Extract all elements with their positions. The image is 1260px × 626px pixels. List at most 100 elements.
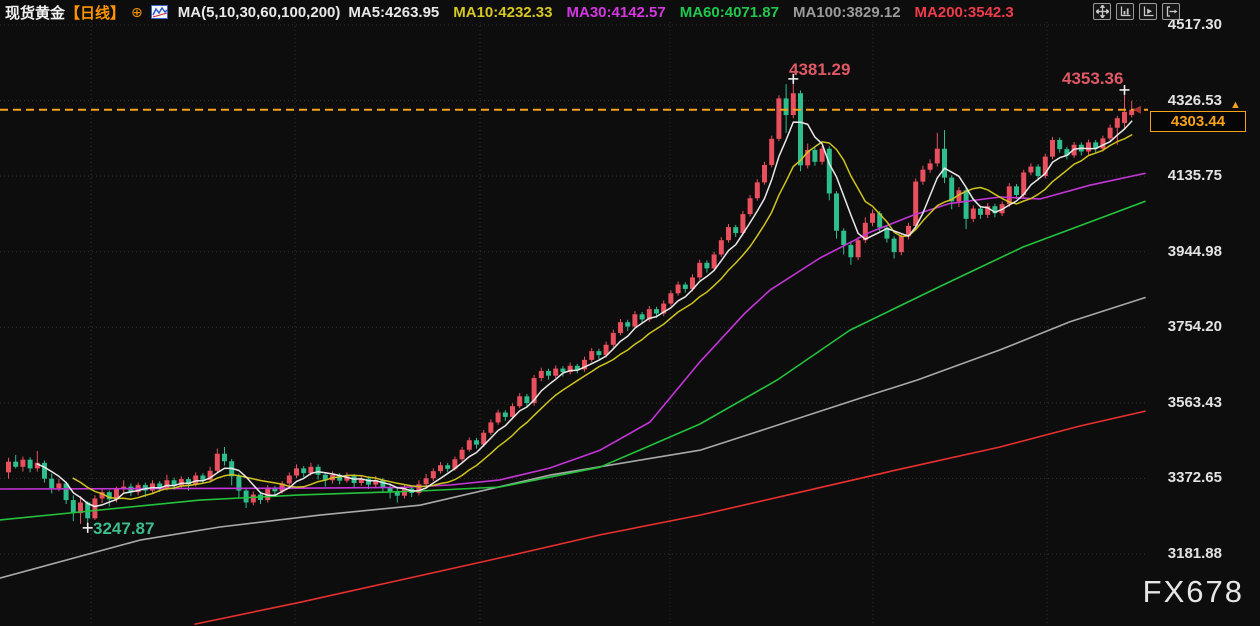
- candle[interactable]: [416, 480, 421, 495]
- candle[interactable]: [1093, 140, 1098, 153]
- candle[interactable]: [1108, 125, 1113, 142]
- candle[interactable]: [913, 178, 918, 229]
- candle[interactable]: [683, 282, 688, 292]
- candle[interactable]: [589, 348, 594, 362]
- candle[interactable]: [474, 438, 479, 449]
- candle[interactable]: [920, 166, 925, 185]
- candle[interactable]: [553, 365, 558, 378]
- candle[interactable]: [956, 187, 961, 207]
- candle[interactable]: [92, 495, 97, 520]
- candle[interactable]: [28, 457, 33, 472]
- candle[interactable]: [251, 491, 256, 505]
- candle[interactable]: [517, 393, 522, 408]
- candle[interactable]: [575, 364, 580, 374]
- y-axis-tick-label: 3754.20: [1138, 318, 1242, 335]
- candle[interactable]: [769, 136, 774, 168]
- candle[interactable]: [445, 463, 450, 473]
- candle[interactable]: [618, 319, 623, 335]
- candle[interactable]: [496, 410, 501, 425]
- candle[interactable]: [928, 159, 933, 172]
- candle[interactable]: [704, 260, 709, 272]
- add-indicator-icon[interactable]: ⊕: [131, 4, 143, 21]
- candle[interactable]: [467, 437, 472, 451]
- candle[interactable]: [460, 447, 465, 462]
- candle[interactable]: [776, 95, 781, 141]
- candle[interactable]: [978, 206, 983, 219]
- candle[interactable]: [697, 260, 702, 280]
- candle[interactable]: [121, 480, 126, 493]
- candle[interactable]: [582, 357, 587, 372]
- candle[interactable]: [6, 458, 11, 479]
- candle[interactable]: [719, 237, 724, 257]
- candle[interactable]: [1014, 184, 1019, 199]
- candle[interactable]: [438, 462, 443, 473]
- candle[interactable]: [287, 472, 292, 485]
- candle[interactable]: [128, 483, 133, 496]
- candle[interactable]: [668, 291, 673, 306]
- candle[interactable]: [827, 146, 832, 200]
- candle[interactable]: [539, 368, 544, 381]
- candle[interactable]: [431, 468, 436, 481]
- candle[interactable]: [13, 455, 18, 468]
- candle[interactable]: [942, 130, 947, 183]
- candle[interactable]: [49, 474, 54, 494]
- candle[interactable]: [892, 236, 897, 258]
- candle[interactable]: [488, 419, 493, 435]
- candle[interactable]: [596, 349, 601, 359]
- candle[interactable]: [1050, 137, 1055, 160]
- candle[interactable]: [625, 320, 630, 331]
- candle[interactable]: [150, 480, 155, 493]
- candle[interactable]: [20, 457, 25, 472]
- candle[interactable]: [222, 447, 227, 466]
- candlestick-chart-canvas[interactable]: [0, 0, 1260, 626]
- candle[interactable]: [229, 459, 234, 486]
- candle[interactable]: [812, 148, 817, 166]
- candle[interactable]: [78, 496, 83, 524]
- candle[interactable]: [985, 203, 990, 218]
- chart-scale-button[interactable]: [1116, 3, 1134, 20]
- candle[interactable]: [215, 449, 220, 474]
- candle[interactable]: [676, 281, 681, 295]
- pan-tool-button[interactable]: [1093, 3, 1111, 20]
- candle[interactable]: [107, 491, 112, 507]
- chart-play-button[interactable]: [1139, 3, 1157, 20]
- y-axis-tick-label: 3563.43: [1138, 394, 1242, 411]
- candle[interactable]: [100, 489, 105, 503]
- candle[interactable]: [834, 191, 839, 239]
- candle[interactable]: [964, 188, 969, 229]
- candle[interactable]: [611, 330, 616, 347]
- export-panel-button[interactable]: [1162, 3, 1180, 20]
- candle[interactable]: [755, 179, 760, 200]
- y-axis-tick-label: 3372.65: [1138, 469, 1242, 486]
- candle[interactable]: [1086, 140, 1091, 155]
- candle[interactable]: [762, 162, 767, 185]
- candle[interactable]: [935, 133, 940, 167]
- candle[interactable]: [791, 79, 796, 118]
- candle[interactable]: [71, 495, 76, 521]
- candle[interactable]: [733, 225, 738, 237]
- candle[interactable]: [1028, 163, 1033, 175]
- candle[interactable]: [1057, 138, 1062, 153]
- candle[interactable]: [424, 474, 429, 487]
- candle[interactable]: [35, 451, 40, 472]
- candle[interactable]: [870, 209, 875, 226]
- candle[interactable]: [200, 473, 205, 483]
- candle[interactable]: [748, 195, 753, 216]
- candle[interactable]: [971, 205, 976, 222]
- candle[interactable]: [848, 243, 853, 265]
- candle[interactable]: [906, 223, 911, 240]
- candle[interactable]: [568, 363, 573, 375]
- candle[interactable]: [856, 237, 861, 260]
- candle[interactable]: [784, 84, 789, 133]
- candle[interactable]: [301, 466, 306, 477]
- candle[interactable]: [395, 488, 400, 502]
- candle[interactable]: [546, 369, 551, 380]
- mini-chart-icon[interactable]: [151, 5, 168, 19]
- candle[interactable]: [236, 474, 241, 498]
- candle[interactable]: [841, 228, 846, 254]
- candle[interactable]: [726, 224, 731, 243]
- chart-header: 现货黄金【日线】 ⊕ MA(5,10,30,60,100,200) MA5:42…: [5, 2, 1014, 22]
- candle[interactable]: [42, 460, 47, 482]
- candle[interactable]: [503, 410, 508, 421]
- candle[interactable]: [805, 144, 810, 169]
